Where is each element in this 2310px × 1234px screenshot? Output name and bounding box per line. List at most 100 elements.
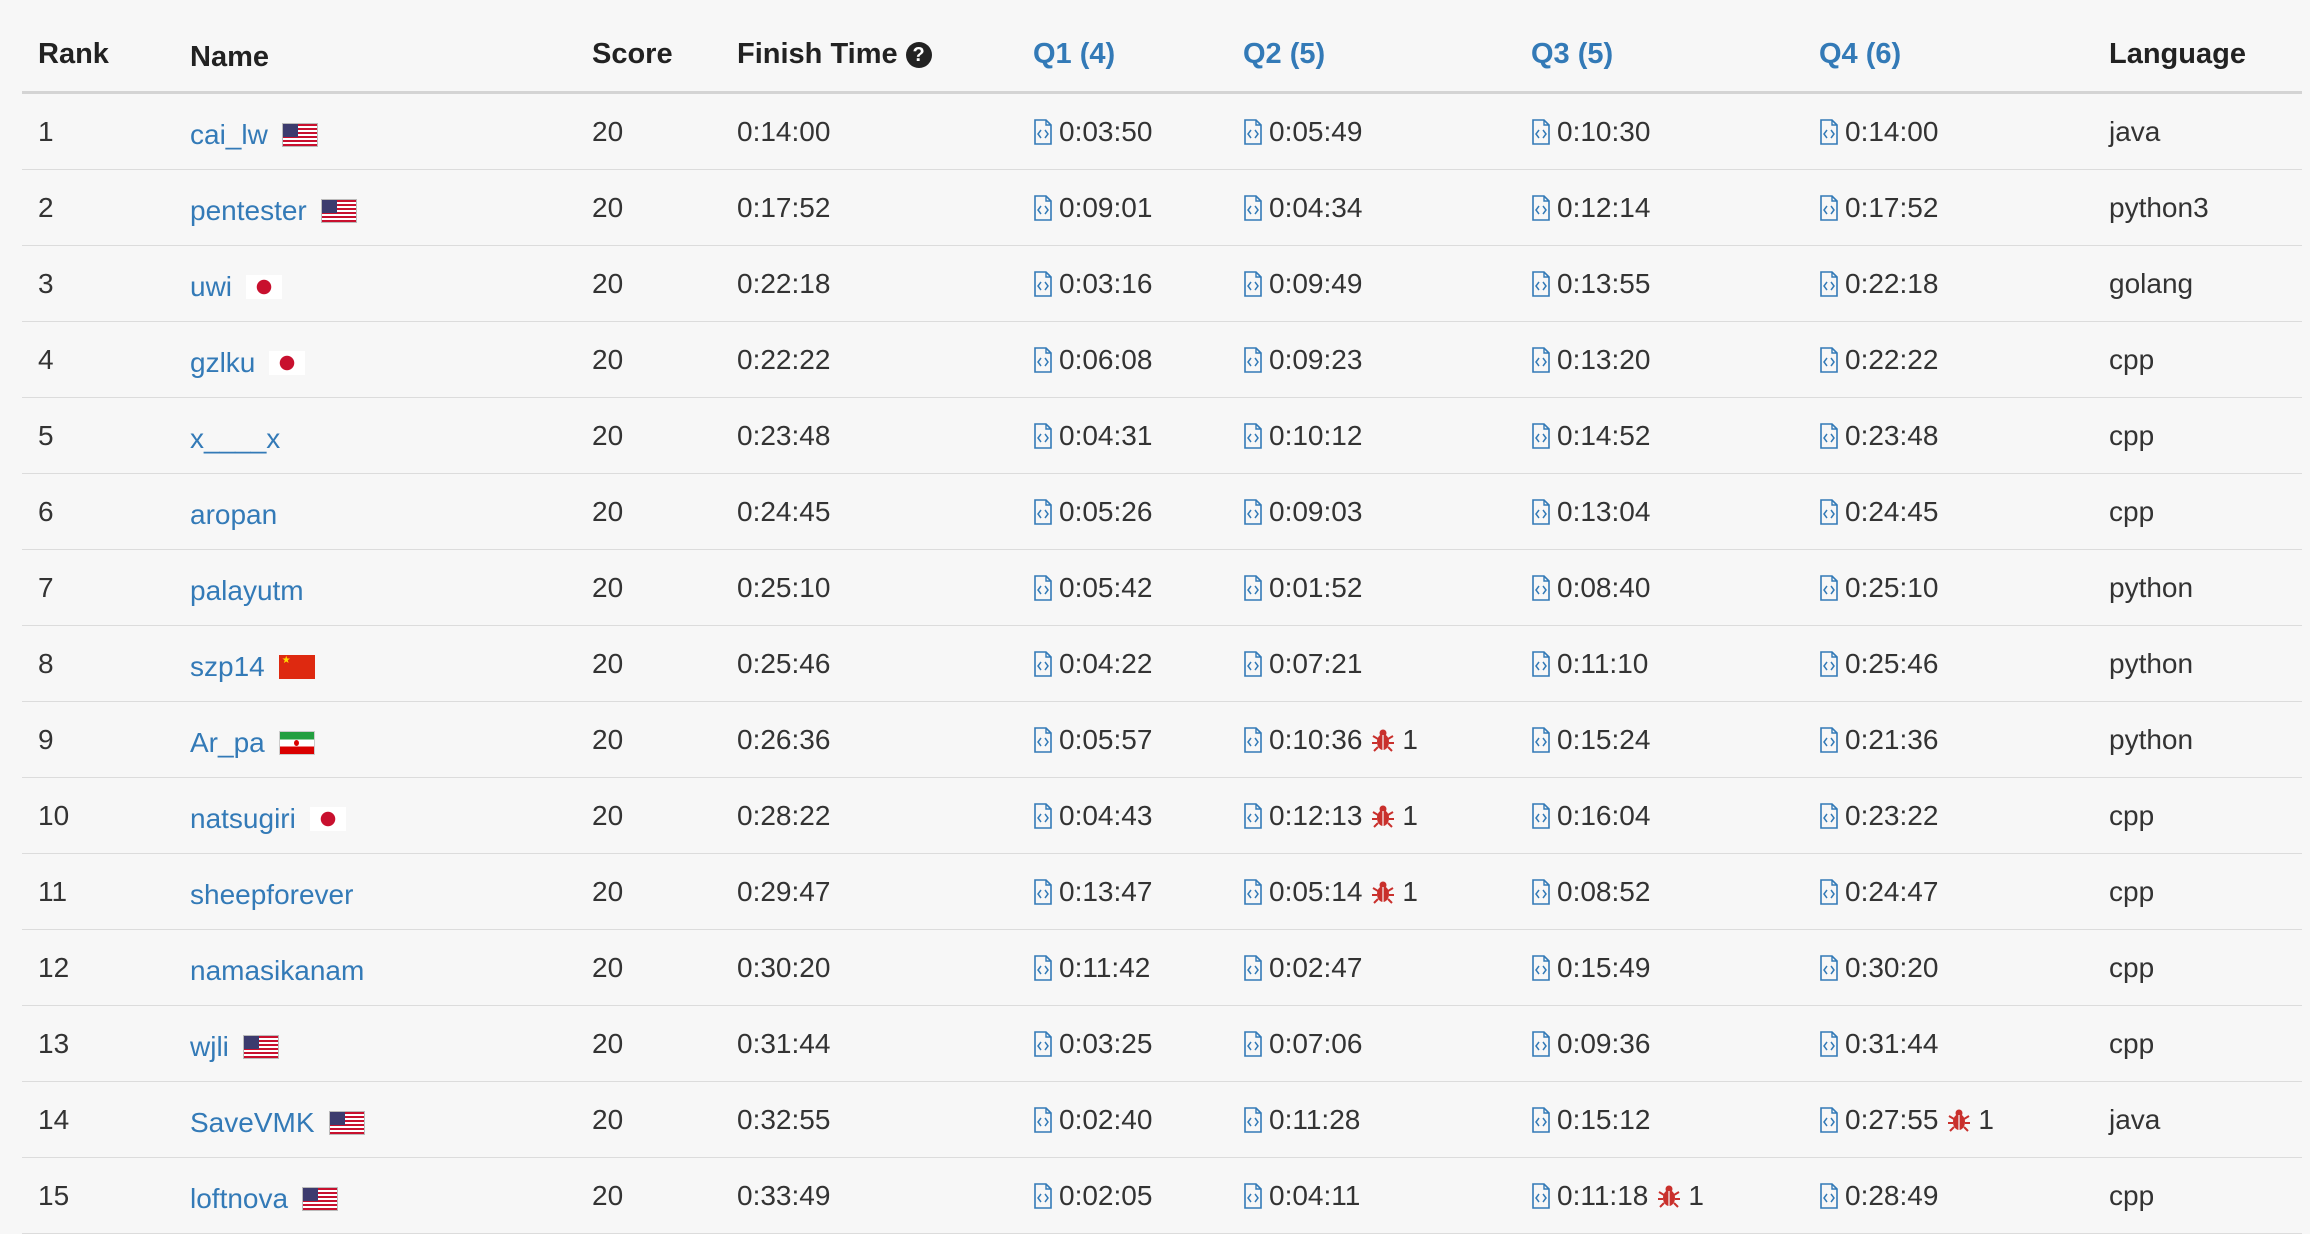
q3-cell[interactable]: 0:15:24 bbox=[1515, 724, 1803, 756]
code-file-icon[interactable] bbox=[1819, 574, 1839, 601]
code-file-icon[interactable] bbox=[1819, 650, 1839, 677]
code-file-icon[interactable] bbox=[1033, 498, 1053, 525]
code-file-icon[interactable] bbox=[1243, 954, 1263, 981]
q4-cell[interactable]: 0:21:36 bbox=[1803, 724, 2093, 756]
code-file-icon[interactable] bbox=[1819, 498, 1839, 525]
code-file-icon[interactable] bbox=[1033, 650, 1053, 677]
q1-cell[interactable]: 0:11:42 bbox=[1017, 952, 1227, 984]
q2-cell[interactable]: 0:07:21 bbox=[1227, 648, 1515, 680]
user-link[interactable]: wjli bbox=[190, 1031, 229, 1063]
code-file-icon[interactable] bbox=[1243, 650, 1263, 677]
q2-cell[interactable]: 0:10:12 bbox=[1227, 420, 1515, 452]
q2-cell[interactable]: 0:04:11 bbox=[1227, 1180, 1515, 1212]
q4-cell[interactable]: 0:24:47 bbox=[1803, 876, 2093, 908]
question-circle-icon[interactable]: ? bbox=[905, 41, 932, 68]
code-file-icon[interactable] bbox=[1243, 498, 1263, 525]
code-file-icon[interactable] bbox=[1243, 1030, 1263, 1057]
user-link[interactable]: loftnova bbox=[190, 1183, 288, 1215]
code-file-icon[interactable] bbox=[1243, 1106, 1263, 1133]
code-file-icon[interactable] bbox=[1243, 878, 1263, 905]
code-file-icon[interactable] bbox=[1033, 1106, 1053, 1133]
q2-cell[interactable]: 0:05:14 1 bbox=[1227, 876, 1515, 908]
code-file-icon[interactable] bbox=[1531, 878, 1551, 905]
q3-cell[interactable]: 0:11:18 1 bbox=[1515, 1180, 1803, 1212]
q2-cell[interactable]: 0:02:47 bbox=[1227, 952, 1515, 984]
code-file-icon[interactable] bbox=[1033, 802, 1053, 829]
code-file-icon[interactable] bbox=[1531, 726, 1551, 753]
q4-cell[interactable]: 0:28:49 bbox=[1803, 1180, 2093, 1212]
code-file-icon[interactable] bbox=[1819, 878, 1839, 905]
q4-cell[interactable]: 0:23:22 bbox=[1803, 800, 2093, 832]
code-file-icon[interactable] bbox=[1819, 270, 1839, 297]
code-file-icon[interactable] bbox=[1819, 954, 1839, 981]
user-link[interactable]: gzlku bbox=[190, 347, 255, 379]
q1-cell[interactable]: 0:04:31 bbox=[1017, 420, 1227, 452]
q2-cell[interactable]: 0:09:49 bbox=[1227, 268, 1515, 300]
code-file-icon[interactable] bbox=[1531, 346, 1551, 373]
q1-cell[interactable]: 0:05:42 bbox=[1017, 572, 1227, 604]
q1-cell[interactable]: 0:04:22 bbox=[1017, 648, 1227, 680]
q2-cell[interactable]: 0:09:23 bbox=[1227, 344, 1515, 376]
code-file-icon[interactable] bbox=[1243, 422, 1263, 449]
code-file-icon[interactable] bbox=[1033, 422, 1053, 449]
user-link[interactable]: pentester bbox=[190, 195, 307, 227]
q3-cell[interactable]: 0:14:52 bbox=[1515, 420, 1803, 452]
code-file-icon[interactable] bbox=[1243, 574, 1263, 601]
q2-cell[interactable]: 0:09:03 bbox=[1227, 496, 1515, 528]
q3-cell[interactable]: 0:10:30 bbox=[1515, 116, 1803, 148]
code-file-icon[interactable] bbox=[1531, 194, 1551, 221]
q4-cell[interactable]: 0:23:48 bbox=[1803, 420, 2093, 452]
code-file-icon[interactable] bbox=[1819, 802, 1839, 829]
q4-cell[interactable]: 0:27:55 1 bbox=[1803, 1104, 2093, 1136]
code-file-icon[interactable] bbox=[1033, 954, 1053, 981]
user-link[interactable]: Ar_pa bbox=[190, 727, 265, 759]
user-link[interactable]: szp14 bbox=[190, 651, 265, 683]
q3-cell[interactable]: 0:13:55 bbox=[1515, 268, 1803, 300]
code-file-icon[interactable] bbox=[1531, 118, 1551, 145]
code-file-icon[interactable] bbox=[1531, 650, 1551, 677]
code-file-icon[interactable] bbox=[1819, 1182, 1839, 1209]
code-file-icon[interactable] bbox=[1033, 574, 1053, 601]
user-link[interactable]: SaveVMK bbox=[190, 1107, 315, 1139]
code-file-icon[interactable] bbox=[1819, 118, 1839, 145]
q3-cell[interactable]: 0:09:36 bbox=[1515, 1028, 1803, 1060]
q3-cell[interactable]: 0:08:52 bbox=[1515, 876, 1803, 908]
code-file-icon[interactable] bbox=[1033, 346, 1053, 373]
q3-cell[interactable]: 0:08:40 bbox=[1515, 572, 1803, 604]
user-link[interactable]: uwi bbox=[190, 271, 232, 303]
code-file-icon[interactable] bbox=[1033, 878, 1053, 905]
q4-cell[interactable]: 0:31:44 bbox=[1803, 1028, 2093, 1060]
q1-cell[interactable]: 0:06:08 bbox=[1017, 344, 1227, 376]
header-q4[interactable]: Q4 (6) bbox=[1803, 38, 2093, 71]
q4-cell[interactable]: 0:22:18 bbox=[1803, 268, 2093, 300]
code-file-icon[interactable] bbox=[1531, 574, 1551, 601]
q1-cell[interactable]: 0:02:05 bbox=[1017, 1180, 1227, 1212]
q2-cell[interactable]: 0:10:36 1 bbox=[1227, 724, 1515, 756]
code-file-icon[interactable] bbox=[1243, 346, 1263, 373]
q4-cell[interactable]: 0:25:10 bbox=[1803, 572, 2093, 604]
q3-cell[interactable]: 0:15:12 bbox=[1515, 1104, 1803, 1136]
user-link[interactable]: cai_lw bbox=[190, 119, 268, 151]
q3-cell[interactable]: 0:15:49 bbox=[1515, 952, 1803, 984]
user-link[interactable]: natsugiri bbox=[190, 803, 296, 835]
q4-cell[interactable]: 0:24:45 bbox=[1803, 496, 2093, 528]
code-file-icon[interactable] bbox=[1033, 194, 1053, 221]
q2-cell[interactable]: 0:07:06 bbox=[1227, 1028, 1515, 1060]
q1-cell[interactable]: 0:03:50 bbox=[1017, 116, 1227, 148]
q1-cell[interactable]: 0:04:43 bbox=[1017, 800, 1227, 832]
code-file-icon[interactable] bbox=[1243, 726, 1263, 753]
code-file-icon[interactable] bbox=[1531, 802, 1551, 829]
code-file-icon[interactable] bbox=[1243, 270, 1263, 297]
header-q3[interactable]: Q3 (5) bbox=[1515, 38, 1803, 71]
code-file-icon[interactable] bbox=[1819, 1106, 1839, 1133]
q2-cell[interactable]: 0:04:34 bbox=[1227, 192, 1515, 224]
q3-cell[interactable]: 0:13:04 bbox=[1515, 496, 1803, 528]
q2-cell[interactable]: 0:11:28 bbox=[1227, 1104, 1515, 1136]
code-file-icon[interactable] bbox=[1531, 954, 1551, 981]
q4-cell[interactable]: 0:30:20 bbox=[1803, 952, 2093, 984]
q3-cell[interactable]: 0:11:10 bbox=[1515, 648, 1803, 680]
code-file-icon[interactable] bbox=[1033, 726, 1053, 753]
code-file-icon[interactable] bbox=[1531, 422, 1551, 449]
user-link[interactable]: sheepforever bbox=[190, 879, 353, 911]
code-file-icon[interactable] bbox=[1819, 346, 1839, 373]
